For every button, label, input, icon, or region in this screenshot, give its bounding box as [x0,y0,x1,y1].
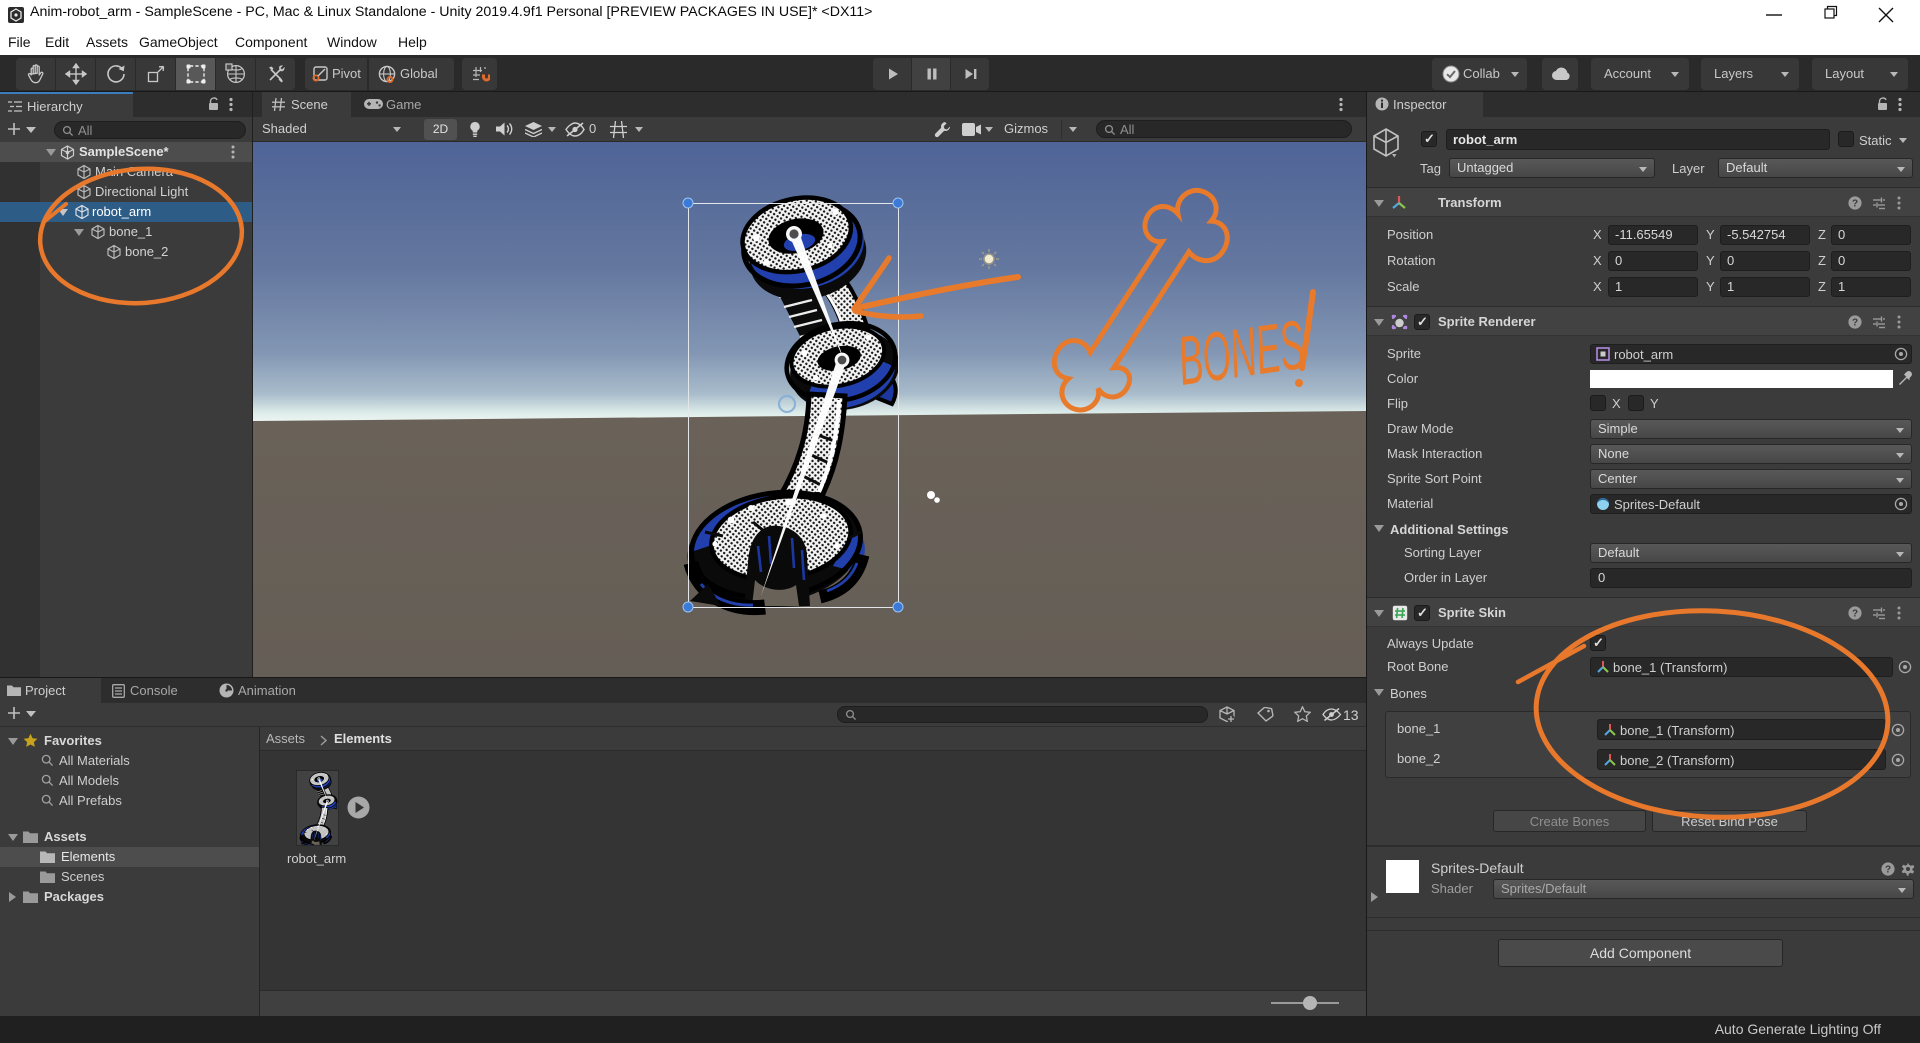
svg-text:?: ? [1852,318,1858,329]
svg-text:?: ? [1852,199,1858,210]
svg-text:?: ? [1885,865,1891,876]
svg-text:?: ? [1852,609,1858,620]
